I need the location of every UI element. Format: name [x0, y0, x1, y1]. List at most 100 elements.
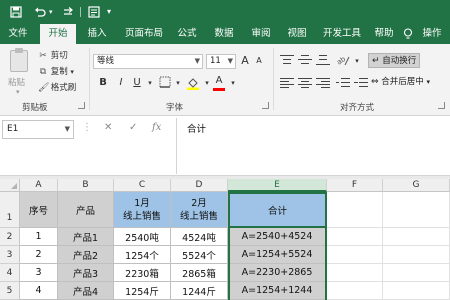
- cell-c3[interactable]: 1254个: [114, 246, 171, 264]
- cell-d3[interactable]: 5524个: [171, 246, 228, 264]
- font-name-select[interactable]: 等线 ▼: [93, 54, 203, 69]
- undo-icon[interactable]: [34, 0, 46, 27]
- cell-e5[interactable]: A=1254+1244: [228, 282, 327, 300]
- shrink-font-button[interactable]: A: [252, 54, 266, 68]
- font-size-select[interactable]: 11 ▼: [206, 54, 236, 69]
- cell-b3[interactable]: 产品2: [58, 246, 114, 264]
- cell-b5[interactable]: 产品4: [58, 282, 114, 300]
- cell-a3[interactable]: 2: [20, 246, 58, 264]
- increase-indent-icon[interactable]: [354, 77, 368, 89]
- cell-c4[interactable]: 2230箱: [114, 264, 171, 282]
- cell-b2[interactable]: 产品1: [58, 228, 114, 246]
- customize-toolbar-icon[interactable]: ▾: [107, 0, 111, 24]
- font-color-dropdown-icon[interactable]: ▾: [226, 76, 240, 90]
- underline-button[interactable]: U: [130, 76, 144, 90]
- redo-icon[interactable]: [62, 0, 74, 27]
- column-header[interactable]: C: [114, 179, 171, 192]
- italic-button[interactable]: I: [114, 76, 128, 90]
- row-header[interactable]: 4: [0, 264, 20, 282]
- cell-c1[interactable]: 1月 线上销售: [114, 192, 171, 228]
- cell-c2[interactable]: 2540吨: [114, 228, 171, 246]
- cell-g3[interactable]: [383, 246, 450, 264]
- cell-c5[interactable]: 1254斤: [114, 282, 171, 300]
- bottom-align-icon[interactable]: [316, 54, 330, 66]
- cell-d5[interactable]: 1244斤: [171, 282, 228, 300]
- tab-view[interactable]: 视图: [281, 24, 313, 44]
- cell-e2[interactable]: A=2540+4524: [228, 228, 327, 246]
- paste-dropdown-icon[interactable]: ▾: [16, 88, 20, 96]
- tab-home[interactable]: 开始: [40, 24, 76, 44]
- format-painter-button[interactable]: 🖌 格式刷: [38, 82, 76, 94]
- tab-formulas[interactable]: 公式: [172, 24, 202, 44]
- borders-button[interactable]: [158, 76, 172, 90]
- top-align-icon[interactable]: [280, 54, 294, 66]
- copy-button[interactable]: ⧉ 复制 ▾: [38, 66, 74, 78]
- cell-e4[interactable]: A=2230+2865: [228, 264, 327, 282]
- save-icon[interactable]: [10, 0, 22, 27]
- cell-g5[interactable]: [383, 282, 450, 300]
- align-center-icon[interactable]: [298, 77, 312, 89]
- row-header[interactable]: 1: [0, 192, 20, 228]
- font-color-button[interactable]: A: [212, 74, 226, 91]
- column-header-selected[interactable]: E: [228, 179, 327, 192]
- cell-a4[interactable]: 3: [20, 264, 58, 282]
- row-header[interactable]: 3: [0, 246, 20, 264]
- merge-center-button[interactable]: ⇔ 合并后居中 ▾: [368, 75, 433, 90]
- cancel-icon[interactable]: ✕: [104, 122, 112, 133]
- tab-review[interactable]: 审阅: [244, 24, 278, 44]
- select-all-button[interactable]: [0, 179, 20, 192]
- form-icon[interactable]: [88, 0, 100, 27]
- merge-dropdown-icon[interactable]: ▾: [426, 78, 430, 86]
- cell-f2[interactable]: [327, 228, 383, 246]
- align-right-icon[interactable]: [316, 77, 330, 89]
- cut-button[interactable]: ✂ 剪切: [38, 50, 68, 62]
- alignment-launcher-icon[interactable]: [438, 102, 445, 109]
- clipboard-launcher-icon[interactable]: [78, 102, 85, 109]
- column-header[interactable]: F: [327, 179, 383, 192]
- orientation-dropdown-icon[interactable]: ▾: [350, 54, 364, 68]
- insert-function-icon[interactable]: fx: [152, 122, 161, 133]
- undo-dropdown-icon[interactable]: ▾: [49, 0, 53, 24]
- cell-a1[interactable]: 序号: [20, 192, 58, 228]
- cell-g1[interactable]: [383, 192, 450, 228]
- grow-font-button[interactable]: A: [238, 54, 252, 68]
- fill-color-button[interactable]: [186, 76, 200, 90]
- font-launcher-icon[interactable]: [262, 102, 269, 109]
- middle-align-icon[interactable]: [298, 54, 312, 66]
- cell-b4[interactable]: 产品3: [58, 264, 114, 282]
- lightbulb-icon[interactable]: [401, 24, 415, 44]
- tab-data[interactable]: 数据: [207, 24, 241, 44]
- wrap-text-button[interactable]: ↵ 自动换行: [368, 53, 421, 68]
- cell-f5[interactable]: [327, 282, 383, 300]
- cell-e1-active[interactable]: 合计: [228, 192, 327, 228]
- bold-button[interactable]: B: [96, 76, 110, 90]
- tab-help[interactable]: 帮助: [369, 24, 399, 44]
- tab-file[interactable]: 文件: [2, 24, 34, 44]
- copy-dropdown-icon[interactable]: ▾: [70, 68, 74, 76]
- name-box[interactable]: E1 ▼: [2, 120, 74, 139]
- cell-g4[interactable]: [383, 264, 450, 282]
- cell-d1[interactable]: 2月 线上销售: [171, 192, 228, 228]
- name-box-dropdown-icon[interactable]: ▼: [65, 121, 70, 138]
- row-header[interactable]: 2: [0, 228, 20, 246]
- decrease-indent-icon[interactable]: [336, 77, 350, 89]
- cell-f3[interactable]: [327, 246, 383, 264]
- align-left-icon[interactable]: [280, 77, 294, 89]
- formula-input[interactable]: 合计: [187, 121, 206, 135]
- cell-a2[interactable]: 1: [20, 228, 58, 246]
- column-header[interactable]: B: [58, 179, 114, 192]
- tab-developer[interactable]: 开发工具: [318, 24, 366, 44]
- tab-page-layout[interactable]: 页面布局: [118, 24, 170, 44]
- enter-icon[interactable]: ✓: [129, 122, 137, 133]
- column-header[interactable]: A: [20, 179, 58, 192]
- cell-b1[interactable]: 产品: [58, 192, 114, 228]
- cell-g2[interactable]: [383, 228, 450, 246]
- cell-d4[interactable]: 2865箱: [171, 264, 228, 282]
- cell-f1[interactable]: [327, 192, 383, 228]
- cell-e3[interactable]: A=1254+5524: [228, 246, 327, 264]
- orientation-icon[interactable]: ab: [335, 53, 350, 67]
- paste-button[interactable]: 粘贴 ▾: [6, 48, 32, 96]
- tab-tell-me[interactable]: 操作: [414, 24, 450, 44]
- column-header[interactable]: D: [171, 179, 228, 192]
- tab-insert[interactable]: 插入: [80, 24, 114, 44]
